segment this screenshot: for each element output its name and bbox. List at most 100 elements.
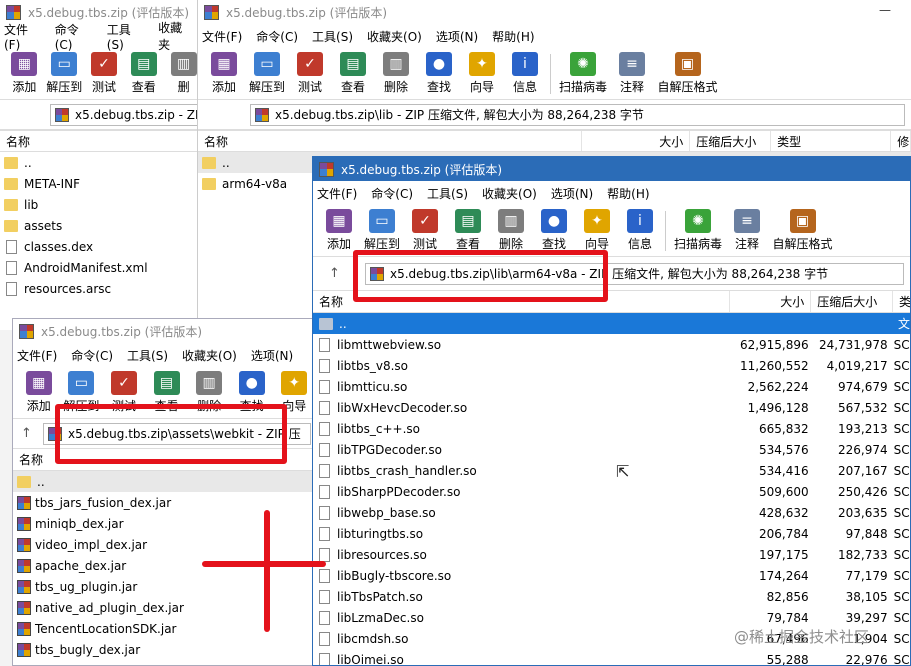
list-item[interactable]: .. — [13, 471, 317, 492]
menu-item[interactable]: 收藏夹(O) — [367, 28, 422, 45]
toolbar-button[interactable]: ≡ 注释 — [612, 48, 652, 95]
toolbar-button[interactable]: ▣ 自解压格式 — [770, 205, 835, 252]
table-row[interactable]: libBugly-tbscore.so 174,264 77,179 SC — [313, 565, 910, 586]
table-row[interactable]: libTPGDecoder.so 534,576 226,974 SC — [313, 439, 910, 460]
list-item[interactable]: META-INF — [0, 173, 205, 194]
file-name: libresources.so — [337, 547, 427, 562]
toolbar-button[interactable]: ▭ 解压到 — [362, 205, 402, 252]
list-item[interactable]: tbs_bugly_dex.jar — [13, 639, 317, 660]
toolbar-button[interactable]: ✺ 扫描病毒 — [672, 205, 724, 252]
menu-item[interactable]: 选项(N) — [551, 185, 593, 202]
toolbar-button[interactable]: ▭ 解压到 — [46, 48, 83, 95]
address-field[interactable]: x5.debug.tbs.zip\lib - ZIP 压缩文件, 解包大小为 8… — [250, 103, 905, 126]
table-row[interactable]: libresources.so 197,175 182,733 SC — [313, 544, 910, 565]
toolbar-button[interactable]: ≡ 注释 — [727, 205, 767, 252]
list-item[interactable]: video_impl_dex.jar — [13, 534, 317, 555]
menu-item[interactable]: 选项(N) — [251, 347, 293, 364]
table-row[interactable]: libWxHevcDecoder.so 1,496,128 567,532 SC — [313, 397, 910, 418]
list-item[interactable]: .. — [0, 152, 205, 173]
table-row[interactable]: libwebp_base.so 428,632 203,635 SC — [313, 502, 910, 523]
archive-icon — [55, 107, 69, 122]
list-item[interactable]: lib — [0, 194, 205, 215]
col-packed[interactable]: 压缩后大小 — [690, 131, 772, 151]
menu-item[interactable]: 选项(N) — [436, 28, 478, 45]
menu-item[interactable]: 帮助(H) — [607, 185, 649, 202]
toolbar-button[interactable]: i 信息 — [620, 205, 660, 252]
list-item[interactable]: resources.arsc — [0, 278, 205, 299]
table-row[interactable]: libLzmaDec.so 79,784 39,297 SC — [313, 607, 910, 628]
title-bar[interactable]: x5.debug.tbs.zip (评估版本) — — [198, 0, 911, 24]
table-row[interactable]: libOimei.so 55,288 22,976 SC — [313, 649, 910, 666]
col-name[interactable]: 名称 — [0, 131, 205, 151]
menu-item[interactable]: 工具(S) — [127, 347, 168, 364]
toolbar-button[interactable]: ▣ 自解压格式 — [655, 48, 720, 95]
table-row[interactable]: libturingtbs.so 206,784 97,848 SC — [313, 523, 910, 544]
parent-row[interactable]: .. 文 — [313, 313, 910, 334]
list-item[interactable]: assets — [0, 215, 205, 236]
toolbar-button[interactable]: ▦ 添加 — [19, 367, 59, 414]
menu-item[interactable]: 文件(F) — [202, 28, 242, 45]
table-row[interactable]: libmttwebview.so 62,915,896 24,731,978 SC — [313, 334, 910, 355]
title-bar[interactable]: x5.debug.tbs.zip (评估版本) — [13, 319, 317, 343]
table-row[interactable]: libtbs_crash_handler.so 534,416 207,167 SC — [313, 460, 910, 481]
list-item[interactable]: tbs_jars_fusion_dex.jar — [13, 492, 317, 513]
table-row[interactable]: libtbs_v8.so 11,260,552 4,019,217 SC — [313, 355, 910, 376]
menu-item[interactable]: 命令(C) — [256, 28, 298, 45]
toolbar-button[interactable]: ✓ 测试 — [405, 205, 445, 252]
toolbar-button[interactable]: ✺ 扫描病毒 — [557, 48, 609, 95]
list-item[interactable]: miniqb_dex.jar — [13, 513, 317, 534]
menu-item[interactable]: 文件(F) — [4, 21, 41, 52]
table-row[interactable]: libtbs_c++.so 665,832 193,213 SC — [313, 418, 910, 439]
list-item[interactable]: native_ad_plugin_dex.jar — [13, 597, 317, 618]
menu-item[interactable]: 文件(F) — [17, 347, 57, 364]
file-name: libOimei.so — [337, 652, 404, 666]
col-type[interactable]: 类 — [893, 291, 910, 312]
toolbar-button[interactable]: ▦ 添加 — [204, 48, 244, 95]
menu-item[interactable]: 命令(C) — [55, 21, 93, 52]
col-packed[interactable]: 压缩后大小 — [811, 291, 893, 312]
menu-item[interactable]: 帮助(H) — [492, 28, 534, 45]
toolbar-button[interactable]: ▤ 查看 — [125, 48, 162, 95]
up-arrow-icon[interactable]: ↑ — [329, 266, 351, 281]
toolbar-button[interactable]: ✓ 测试 — [290, 48, 330, 95]
col-size[interactable]: 大小 — [730, 291, 812, 312]
toolbar-button[interactable]: ▥ 删除 — [376, 48, 416, 95]
menu-item[interactable]: 收藏夹(O) — [482, 185, 537, 202]
list-item[interactable]: AndroidManifest.xml — [0, 257, 205, 278]
table-row[interactable]: libSharpPDecoder.so 509,600 250,426 SC — [313, 481, 910, 502]
menu-item[interactable]: 工具(S) — [427, 185, 468, 202]
toolbar-button[interactable]: ● 查找 — [419, 48, 459, 95]
toolbar-button[interactable]: ▤ 查看 — [448, 205, 488, 252]
toolbar-button[interactable]: ✦ 向导 — [462, 48, 502, 95]
col-size[interactable]: 大小 — [582, 131, 691, 151]
toolbar-button[interactable]: ▦ 添加 — [6, 48, 43, 95]
table-row[interactable]: libTbsPatch.so 82,856 38,105 SC — [313, 586, 910, 607]
toolbar-separator — [550, 54, 551, 94]
toolbar-button[interactable]: ▭ 解压到 — [247, 48, 287, 95]
table-row[interactable]: libmtticu.so 2,562,224 974,679 SC — [313, 376, 910, 397]
sfx-archive-icon: ▣ — [789, 209, 816, 233]
menu-item[interactable]: 收藏夹(O) — [182, 347, 237, 364]
toolbar-button[interactable]: ▤ 查看 — [333, 48, 373, 95]
minimize-button[interactable]: — — [879, 3, 891, 17]
up-arrow-icon[interactable]: ↑ — [21, 426, 43, 441]
toolbar-button[interactable]: ▦ 添加 — [319, 205, 359, 252]
toolbar-button[interactable]: ▥ 删除 — [491, 205, 531, 252]
list-item[interactable]: tbs_ug_plugin.jar — [13, 576, 317, 597]
address-field[interactable]: x5.debug.tbs.zip - ZI — [50, 103, 199, 126]
toolbar-button[interactable]: ✓ 测试 — [86, 48, 123, 95]
col-type[interactable]: 类型 — [771, 131, 892, 151]
menu-item[interactable]: 工具(S) — [312, 28, 353, 45]
title-bar[interactable]: x5.debug.tbs.zip (评估版本) — [313, 157, 910, 181]
menu-item[interactable]: 文件(F) — [317, 185, 357, 202]
col-name[interactable]: 名称 — [198, 131, 582, 151]
toolbar-button[interactable]: ✦ 向导 — [577, 205, 617, 252]
toolbar-button[interactable]: i 信息 — [505, 48, 545, 95]
menu-item[interactable]: 命令(C) — [71, 347, 113, 364]
list-item[interactable]: classes.dex — [0, 236, 205, 257]
list-item[interactable]: TencentLocationSDK.jar — [13, 618, 317, 639]
col-modified[interactable]: 修 — [891, 131, 911, 151]
toolbar-button[interactable]: ● 查找 — [534, 205, 574, 252]
menu-item[interactable]: 命令(C) — [371, 185, 413, 202]
menu-item[interactable]: 工具(S) — [107, 21, 144, 52]
